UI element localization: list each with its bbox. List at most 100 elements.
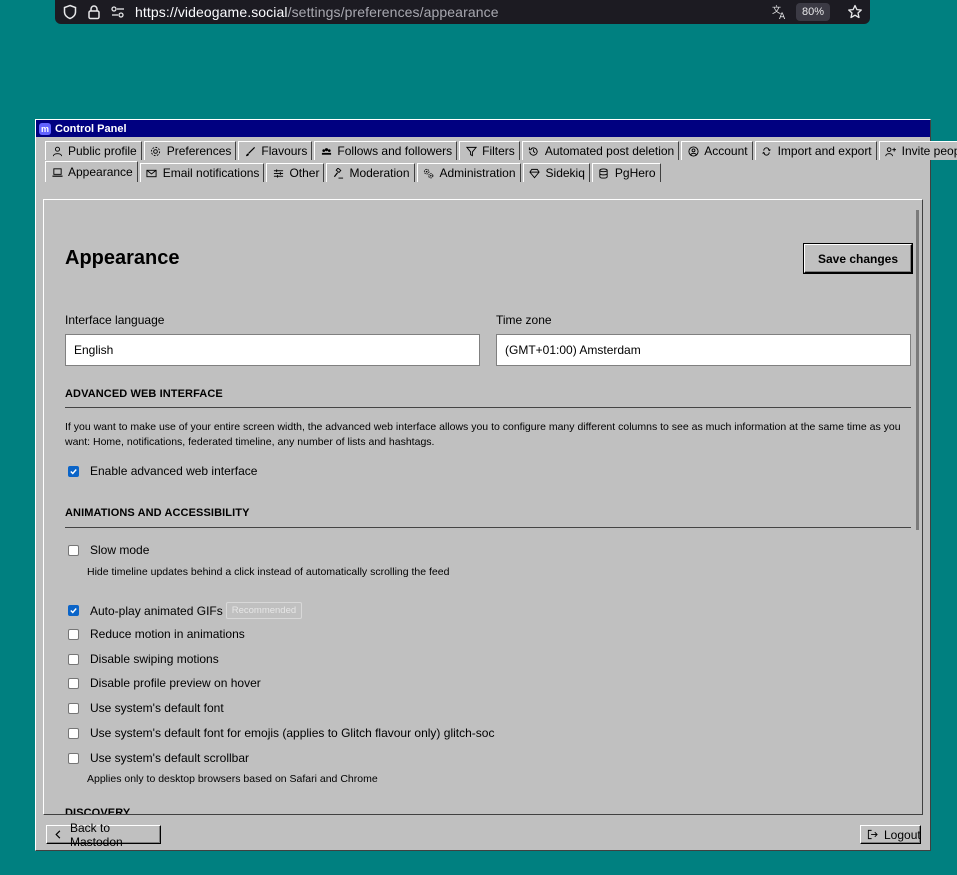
tab-public-profile[interactable]: Public profile xyxy=(45,141,142,160)
filter-icon xyxy=(465,145,477,157)
envelope-icon xyxy=(146,167,158,179)
checkbox-unchecked[interactable] xyxy=(68,677,79,689)
checkbox-unchecked[interactable] xyxy=(68,752,79,764)
users-icon xyxy=(320,145,332,157)
tab-label: Appearance xyxy=(68,165,133,179)
slow-mode-hint: Hide timeline updates behind a click ins… xyxy=(87,566,450,578)
time-zone-label: Time zone xyxy=(496,313,552,327)
tab-label: Follows and followers xyxy=(337,144,453,158)
mastodon-logo-icon: m xyxy=(39,122,51,135)
site-settings-icon[interactable] xyxy=(109,3,127,21)
zoom-level[interactable]: 80% xyxy=(795,3,830,21)
option-label: Use system's default scrollbar xyxy=(90,751,250,765)
tab-pghero[interactable]: PgHero xyxy=(591,163,661,182)
section-divider xyxy=(65,527,911,528)
translate-icon[interactable]: 文A xyxy=(770,3,788,21)
system-scrollbar-hint: Applies only to desktop browsers based o… xyxy=(87,773,378,785)
user-plus-icon xyxy=(885,145,897,157)
logout-button[interactable]: Logout xyxy=(860,825,921,844)
back-to-mastodon-button[interactable]: Back to Mastodon xyxy=(46,821,161,849)
tab-label: Filters xyxy=(482,144,515,158)
diamond-icon xyxy=(529,167,541,179)
tab-import-and-export[interactable]: Import and export xyxy=(754,141,877,160)
tab-invite-people[interactable]: Invite people xyxy=(878,141,957,160)
lock-icon[interactable] xyxy=(85,3,103,21)
chevron-left-icon xyxy=(53,829,64,840)
tab-preferences[interactable]: Preferences xyxy=(143,141,237,160)
logout-label: Logout xyxy=(884,827,921,842)
section-divider xyxy=(65,407,911,408)
tab-sidekiq[interactable]: Sidekiq xyxy=(522,163,590,182)
url-text[interactable]: https://videogame.social/settings/prefer… xyxy=(135,4,499,20)
advanced-interface-option[interactable]: Enable advanced web interface xyxy=(65,464,257,478)
advanced-web-interface-heading: ADVANCED WEB INTERFACE xyxy=(65,388,223,400)
interface-language-select[interactable]: English xyxy=(65,334,480,366)
option-label: Slow mode xyxy=(90,543,150,557)
tab-label: Import and export xyxy=(777,144,872,158)
tab-label: Automated post deletion xyxy=(544,144,675,158)
tab-label: Preferences xyxy=(166,144,232,158)
cogs-icon xyxy=(423,167,435,179)
reduce-motion-option[interactable]: Reduce motion in animations xyxy=(65,627,245,641)
option-label: Use system's default font for emojis (ap… xyxy=(90,726,495,740)
tab-label: Email notifications xyxy=(162,166,260,180)
tab-label: Other xyxy=(289,166,320,180)
tab-email-notifications[interactable]: Email notifications xyxy=(139,163,265,182)
url-path: /settings/preferences/appearance xyxy=(287,4,499,20)
advanced-description: If you want to make use of your entire s… xyxy=(65,421,901,448)
checkbox-checked[interactable] xyxy=(68,605,79,616)
save-changes-button[interactable]: Save changes xyxy=(803,243,913,274)
disable-hover-preview-option[interactable]: Disable profile preview on hover xyxy=(65,676,261,690)
checkbox-unchecked[interactable] xyxy=(68,544,79,556)
tab-automated-post-deletion[interactable]: Automated post deletion xyxy=(521,141,680,160)
animations-heading: ANIMATIONS AND ACCESSIBILITY xyxy=(65,507,250,519)
time-zone-select[interactable]: (GMT+01:00) Amsterdam xyxy=(496,334,911,366)
checkbox-unchecked[interactable] xyxy=(68,653,79,665)
settings-panel: Appearance Save changes Interface langua… xyxy=(43,199,923,815)
disable-swiping-option[interactable]: Disable swiping motions xyxy=(65,652,219,666)
checkbox-checked[interactable] xyxy=(68,465,79,477)
tab-account[interactable]: Account xyxy=(681,141,753,160)
tab-other[interactable]: Other xyxy=(266,163,325,182)
url-host: https://videogame.social xyxy=(135,4,288,20)
page-title: Appearance xyxy=(65,247,180,269)
system-emoji-font-option[interactable]: Use system's default font for emojis (ap… xyxy=(65,726,494,740)
tab-flavours[interactable]: Flavours xyxy=(238,141,313,160)
autoplay-gifs-option[interactable]: Auto-play animated GIFs Recommended xyxy=(65,602,303,619)
tab-moderation[interactable]: Moderation xyxy=(326,163,415,182)
star-icon[interactable] xyxy=(846,3,864,21)
option-label: Disable swiping motions xyxy=(90,652,219,666)
tab-label: Account xyxy=(704,144,748,158)
tab-filters[interactable]: Filters xyxy=(459,141,520,160)
window-titlebar: m Control Panel xyxy=(36,120,930,137)
option-label: Reduce motion in animations xyxy=(90,627,245,641)
svg-text:A: A xyxy=(779,12,786,20)
checkbox-unchecked[interactable] xyxy=(68,727,79,739)
system-font-option[interactable]: Use system's default font xyxy=(65,701,224,715)
browser-url-bar: https://videogame.social/settings/prefer… xyxy=(55,0,870,24)
tab-label: Sidekiq xyxy=(545,166,585,180)
advanced-interface-label: Enable advanced web interface xyxy=(90,464,258,478)
sliders-icon xyxy=(272,167,284,179)
option-label: Disable profile preview on hover xyxy=(90,676,261,690)
tab-follows-and-followers[interactable]: Follows and followers xyxy=(314,141,458,160)
panel-scrollbar[interactable] xyxy=(916,210,919,530)
tab-label: Moderation xyxy=(349,166,410,180)
tab-administration[interactable]: Administration xyxy=(416,163,521,182)
tab-label: PgHero xyxy=(614,166,656,180)
recommended-badge: Recommended xyxy=(225,602,303,619)
account-circle-icon xyxy=(687,145,699,157)
system-scrollbar-option[interactable]: Use system's default scrollbar xyxy=(65,751,249,765)
checkbox-unchecked[interactable] xyxy=(68,702,79,714)
control-panel-window: m Control Panel Public profile Preferenc… xyxy=(35,119,957,851)
shield-icon[interactable] xyxy=(61,3,79,21)
tab-label: Flavours xyxy=(261,144,308,158)
laptop-icon xyxy=(51,166,63,178)
tab-appearance[interactable]: Appearance xyxy=(45,161,138,182)
cloud-sync-icon xyxy=(761,145,773,157)
option-label: Use system's default font xyxy=(90,701,224,715)
slow-mode-option[interactable]: Slow mode xyxy=(65,543,149,557)
user-icon xyxy=(51,145,63,157)
gear-icon xyxy=(150,145,162,157)
checkbox-unchecked[interactable] xyxy=(68,628,79,640)
